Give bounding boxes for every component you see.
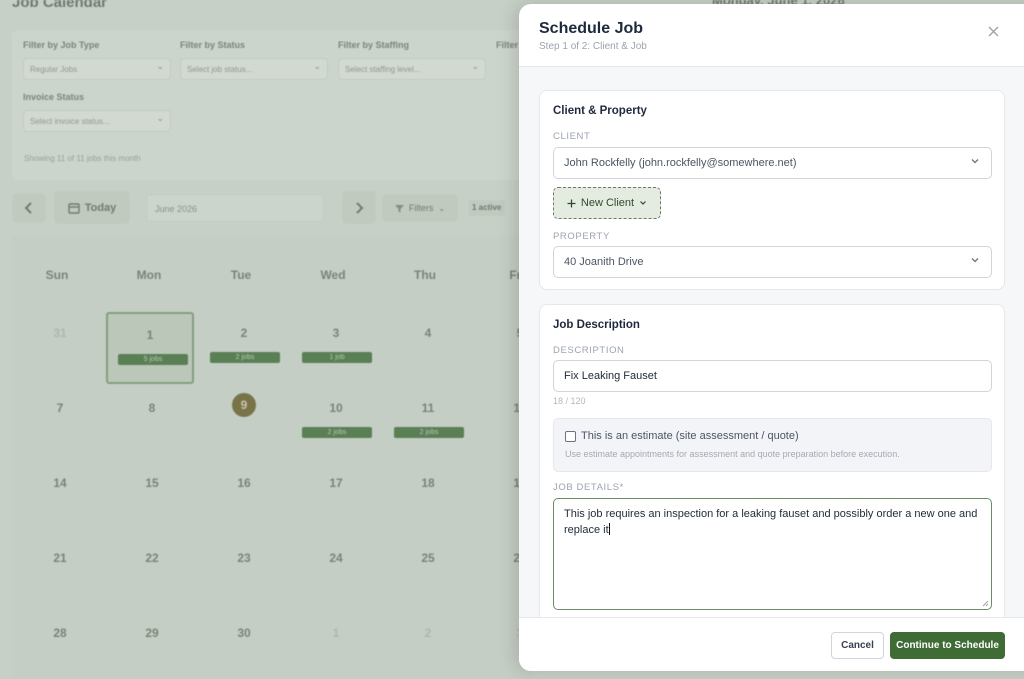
modal-header: Schedule Job Step 1 of 2: Client & Job [519, 4, 1024, 67]
plus-icon [567, 199, 576, 207]
cancel-button[interactable]: Cancel [831, 632, 884, 659]
property-field-label: PROPERTY [553, 231, 610, 242]
text-caret [608, 523, 610, 535]
description-input[interactable]: Fix Leaking Fauset [553, 360, 992, 392]
modal-title: Schedule Job [539, 20, 644, 37]
description-field-label: DESCRIPTION [553, 345, 625, 356]
estimate-option-box: This is an estimate (site assessment / q… [553, 418, 992, 472]
client-property-section-title: Client & Property [553, 105, 647, 117]
new-client-button-label: New Client [580, 197, 635, 209]
close-icon [988, 26, 998, 37]
modal-body[interactable]: Client & Property CLIENT John Rockfelly … [519, 67, 1024, 617]
job-details-textarea[interactable]: This job requires an inspection for a le… [553, 498, 992, 610]
property-select[interactable]: 40 Joanith Drive [553, 246, 992, 278]
property-select-value: 40 Joanith Drive [564, 256, 644, 268]
close-button[interactable] [986, 26, 1000, 40]
client-select-value: John Rockfelly (john.rockfelly@somewhere… [564, 157, 797, 169]
modal-footer: Cancel Continue to Schedule [519, 617, 1024, 671]
client-select[interactable]: John Rockfelly (john.rockfelly@somewhere… [553, 147, 992, 179]
client-property-section: Client & Property CLIENT John Rockfelly … [539, 90, 1005, 290]
job-details-text: This job requires an inspection for a le… [564, 508, 978, 536]
chevron-down-icon [640, 201, 647, 205]
job-description-section-title: Job Description [553, 319, 640, 331]
resize-grip-icon[interactable] [982, 600, 989, 607]
continue-to-schedule-button[interactable]: Continue to Schedule [890, 632, 1005, 659]
job-description-section: Job Description DESCRIPTION Fix Leaking … [539, 304, 1005, 617]
new-client-button[interactable]: New Client [553, 187, 661, 219]
client-field-label: CLIENT [553, 131, 591, 142]
description-char-counter: 18 / 120 [553, 396, 586, 406]
modal-step-indicator: Step 1 of 2: Client & Job [539, 41, 647, 52]
estimate-checkbox-label[interactable]: This is an estimate (site assessment / q… [581, 430, 799, 442]
chevron-down-icon [971, 159, 979, 164]
schedule-job-modal: Schedule Job Step 1 of 2: Client & Job C… [519, 4, 1024, 671]
job-details-field-label: JOB DETAILS* [553, 482, 624, 493]
estimate-checkbox[interactable] [565, 431, 576, 442]
estimate-hint-text: Use estimate appointments for assessment… [565, 449, 900, 459]
chevron-down-icon [971, 258, 979, 263]
